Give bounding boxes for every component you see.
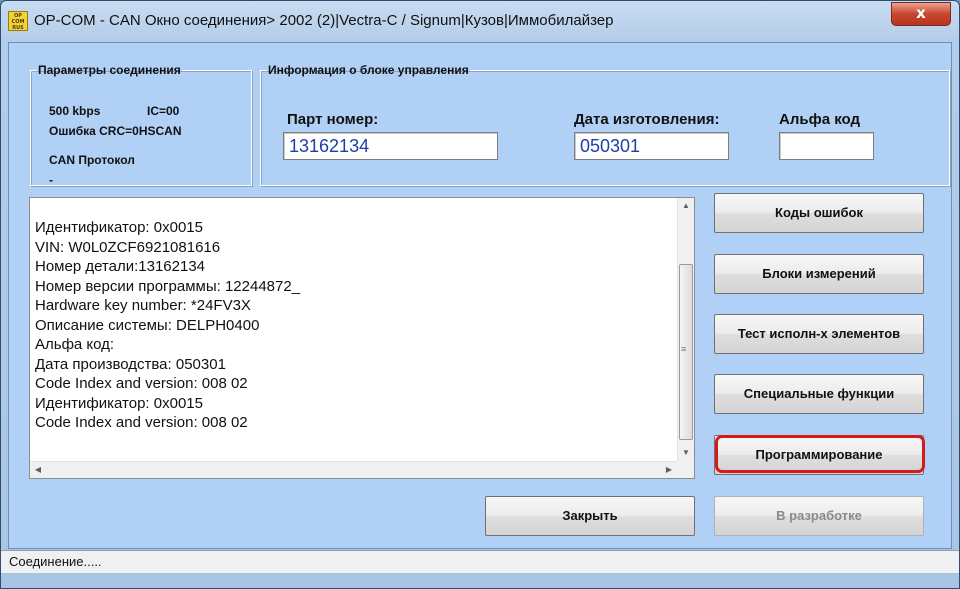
close-button[interactable]: Закрыть <box>485 496 695 536</box>
log-line: Code Index and version: 008 02 <box>35 414 248 431</box>
log-line: Номер версии программы: 12244872_ <box>35 277 301 295</box>
protocol-value: - <box>49 173 53 187</box>
window-title: OP-COM - CAN Окно соединения> 2002 (2)|V… <box>34 12 614 29</box>
client-area: Параметры соединения 500 kbps IC=00 Ошиб… <box>8 42 952 549</box>
horizontal-scrollbar[interactable]: ◀ ▶ <box>30 461 677 478</box>
manufacture-date-field[interactable]: 050301 <box>574 132 729 160</box>
log-line: Дата производства: 050301 <box>35 355 226 373</box>
window-bottom-frame <box>1 573 959 588</box>
log-line: Номер детали:13162134 <box>35 258 206 275</box>
log-line: VIN: W0L0ZCF6921081616 <box>35 238 221 256</box>
scroll-corner <box>677 461 694 478</box>
in-development-button: В разработке <box>714 496 924 536</box>
error-codes-button[interactable]: Коды ошибок <box>714 193 924 233</box>
log-line: Hardware key number: *24FV3X <box>35 297 251 314</box>
special-functions-button[interactable]: Специальные функции <box>714 374 924 414</box>
vertical-scrollbar[interactable]: ▲ ≡ ▼ <box>677 198 694 461</box>
log-line: Описание системы: DELPH0400 <box>35 316 260 334</box>
protocol-label: CAN Протокол <box>49 153 135 167</box>
status-text: Соединение..... <box>9 554 102 569</box>
app-window: OP COM RUS OP-COM - CAN Окно соединения> 2… <box>0 0 960 589</box>
status-bar: Соединение..... <box>1 550 959 573</box>
connection-speed: 500 kbps <box>49 104 101 118</box>
measurement-blocks-button[interactable]: Блоки измерений <box>714 254 924 294</box>
ecu-info-group: Информация о блоке управления Парт номер… <box>260 63 950 186</box>
log-textarea[interactable]: Идентификатор: 0x0015 VIN: W0L0ZCF6921081… <box>29 197 695 479</box>
op-com-app-icon[interactable]: OP COM RUS <box>8 11 28 31</box>
scroll-grip-icon: ≡ <box>681 344 687 354</box>
actuator-test-button[interactable]: Тест исполн-х элементов <box>714 314 924 354</box>
log-lines: Идентификатор: 0x0015 VIN: W0L0ZCF6921081… <box>35 218 300 433</box>
log-line: Альфа код: <box>35 336 115 353</box>
scroll-up-arrow-icon[interactable]: ▲ <box>678 198 694 214</box>
close-window-button[interactable]: x <box>891 2 951 26</box>
alpha-code-label: Альфа код <box>779 111 861 128</box>
connection-params-group: Параметры соединения 500 kbps IC=00 Ошиб… <box>30 63 252 187</box>
part-number-label: Парт номер: <box>287 111 379 128</box>
scroll-right-arrow-icon[interactable]: ▶ <box>661 462 677 478</box>
title-bar[interactable]: OP COM RUS OP-COM - CAN Окно соединения> 2… <box>1 1 959 41</box>
connection-params-legend: Параметры соединения <box>38 63 181 77</box>
log-line: Идентификатор: 0x0015 <box>35 394 203 412</box>
programming-button[interactable]: Программирование <box>714 435 924 475</box>
connection-ic: IC=00 <box>147 104 180 118</box>
alpha-code-field[interactable] <box>779 132 874 160</box>
scroll-down-arrow-icon[interactable]: ▼ <box>678 445 694 461</box>
crc-error-text: Ошибка CRC=0HSCAN <box>49 124 182 138</box>
scroll-left-arrow-icon[interactable]: ◀ <box>30 462 46 478</box>
part-number-field[interactable]: 13162134 <box>283 132 498 160</box>
log-line: Code Index and version: 008 02 <box>35 375 248 392</box>
ecu-info-legend: Информация о блоке управления <box>268 63 469 77</box>
manufacture-date-label: Дата изготовления: <box>574 111 720 128</box>
log-line: Идентификатор: 0x0015 <box>35 219 203 236</box>
